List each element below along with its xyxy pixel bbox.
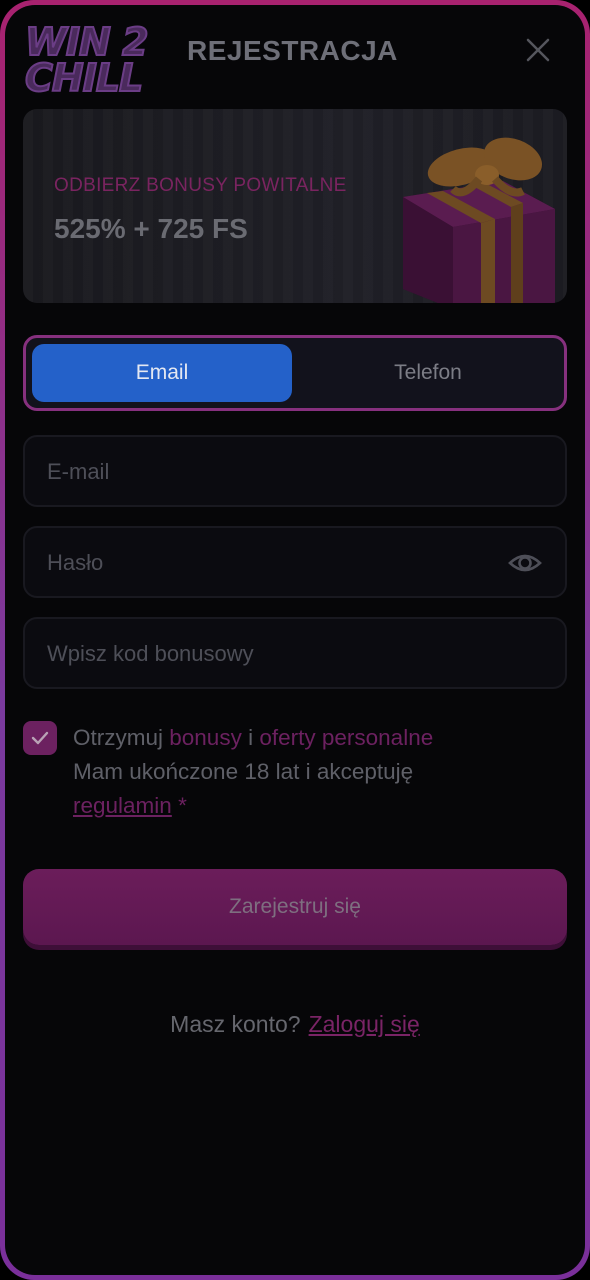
registration-method-toggle: Email Telefon — [23, 335, 567, 411]
bonus-amount: 525% + 725 FS — [54, 213, 248, 244]
terms-checkbox[interactable] — [23, 721, 57, 755]
page-title: REJESTRACJA — [187, 35, 398, 66]
brand-logo: WIN 2 CHILL — [23, 21, 151, 101]
required-mark: * — [178, 793, 187, 818]
bonus-code-field-wrapper — [23, 617, 567, 689]
bonuses-link[interactable]: bonusy — [169, 725, 242, 750]
password-field[interactable] — [45, 528, 489, 598]
password-field-wrapper — [23, 526, 567, 598]
registration-modal: WIN 2 CHILL REJESTRACJA ODBIERZ BONUSY P… — [5, 5, 585, 1275]
terms-part-3: Mam ukończone 18 lat i akceptuję — [73, 759, 414, 784]
bonus-promo-text: ODBIERZ BONUSY POWITALNE — [54, 175, 347, 196]
terms-part-1: Otrzymuj — [73, 725, 163, 750]
logo-line-2: CHILL — [24, 56, 144, 100]
welcome-bonus-banner: ODBIERZ BONUSY POWITALNE 525% + 725 FS — [23, 109, 567, 303]
checkmark-icon — [31, 731, 49, 745]
eye-icon[interactable] — [507, 545, 543, 581]
email-field-wrapper — [23, 435, 567, 507]
login-prompt: Masz konto? Zaloguj się — [5, 1011, 585, 1038]
gift-icon — [383, 119, 567, 303]
close-icon[interactable] — [521, 33, 555, 67]
email-field[interactable] — [45, 437, 489, 507]
regulations-link[interactable]: regulamin — [73, 793, 172, 818]
terms-part-2: i — [248, 725, 254, 750]
login-prompt-text: Masz konto? — [170, 1011, 301, 1037]
register-button[interactable]: Zarejestruj się — [23, 869, 567, 945]
tab-email[interactable]: Email — [32, 344, 292, 402]
bonus-code-field[interactable] — [45, 619, 489, 689]
terms-text: Otrzymuj bonusy i oferty personalne Mam … — [73, 721, 543, 823]
login-link[interactable]: Zaloguj się — [309, 1011, 420, 1037]
personal-offers-link[interactable]: oferty personalne — [259, 725, 433, 750]
tab-phone[interactable]: Telefon — [298, 344, 558, 402]
modal-frame: WIN 2 CHILL REJESTRACJA ODBIERZ BONUSY P… — [0, 0, 590, 1280]
